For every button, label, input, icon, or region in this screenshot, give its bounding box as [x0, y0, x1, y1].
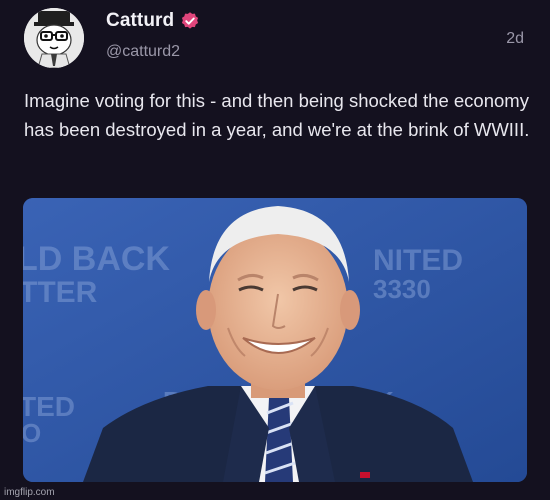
author-avatar[interactable]	[24, 8, 84, 68]
cartoon-cat-avatar-icon	[24, 8, 84, 68]
author-name-row: Catturd	[106, 10, 200, 32]
backdrop-text-4: 3330	[373, 274, 431, 304]
social-post: Catturd @catturd2 2d Imagine voting for …	[0, 0, 550, 500]
backdrop-text-6: O	[23, 418, 41, 448]
post-image[interactable]: LD BACK TTER NITED 3330 TED O BU K	[23, 198, 527, 482]
post-timestamp[interactable]: 2d	[506, 30, 524, 48]
verified-badge-icon	[182, 12, 199, 29]
photo-illustration: LD BACK TTER NITED 3330 TED O BU K	[23, 198, 527, 482]
post-text: Imagine voting for this - and then being…	[24, 90, 530, 140]
author-display-name[interactable]: Catturd	[106, 10, 174, 32]
imgflip-watermark: imgflip.com	[4, 487, 55, 498]
backdrop-text-2: TTER	[23, 276, 98, 309]
author-handle[interactable]: @catturd2	[106, 43, 180, 61]
backdrop-text-3: NITED	[373, 244, 463, 277]
backdrop-text-1: LD BACK	[23, 240, 170, 278]
